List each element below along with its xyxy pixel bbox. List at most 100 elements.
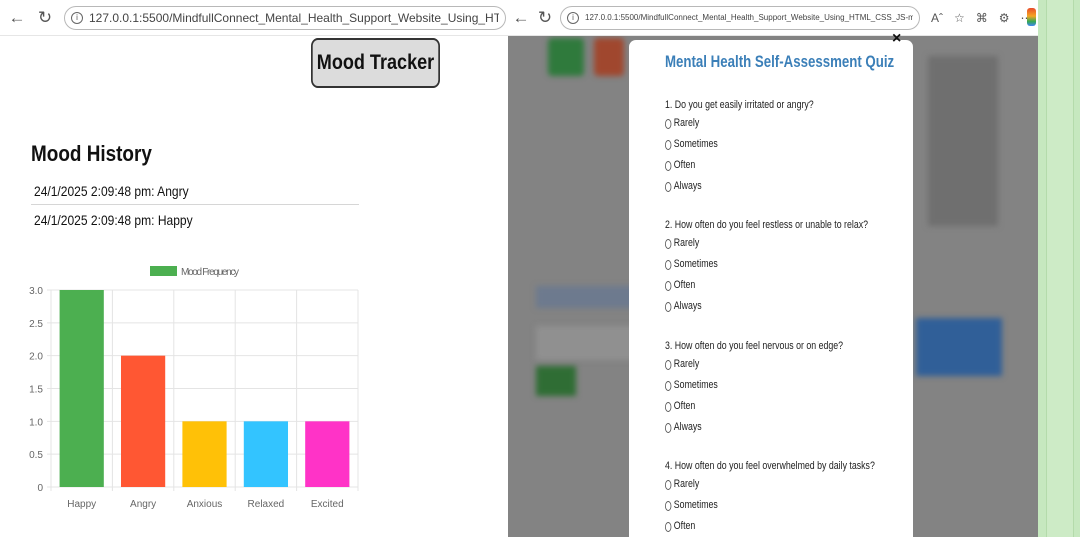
quiz-option[interactable]: Sometimes: [665, 375, 857, 396]
left-browser-window: ← ↻ i 127.0.0.1:5500/MindfullConnect_Men…: [0, 0, 508, 537]
quiz-option[interactable]: Always: [665, 296, 857, 317]
quiz-option-label: Sometimes: [673, 258, 718, 270]
blurred-page-content: [916, 318, 1002, 376]
quiz-question-block: 3. How often do you feel nervous or on e…: [665, 338, 905, 438]
blurred-page-content: [536, 366, 576, 396]
quiz-option[interactable]: Often: [665, 396, 857, 417]
quiz-option-label: Rarely: [673, 358, 700, 370]
radio-button[interactable]: [665, 380, 672, 391]
chart-bar-angry[interactable]: [120, 355, 166, 487]
radio-button[interactable]: [665, 301, 672, 312]
y-tick-label: 2.5: [29, 319, 43, 330]
address-bar[interactable]: i 127.0.0.1:5500/MindfullConnect_Mental_…: [64, 5, 506, 30]
blurred-page-content: [536, 286, 636, 308]
radio-button[interactable]: [665, 139, 672, 150]
quiz-option-label: Rarely: [673, 237, 700, 249]
quiz-question-block: 2. How often do you feel restless or una…: [665, 217, 905, 317]
radio-button[interactable]: [665, 160, 672, 171]
legend-swatch: [150, 266, 177, 276]
radio-button[interactable]: [665, 521, 672, 532]
radio-button[interactable]: [665, 181, 672, 192]
mood-history-entry: 24/1/2025 2:09:48 pm: Angry: [34, 183, 189, 199]
quiz-question-text: 2. How often do you feel restless or una…: [665, 219, 869, 231]
screenshot-root: { "left_browser": { "url": "127.0.0.1:55…: [0, 0, 1080, 537]
quiz-option[interactable]: Often: [665, 516, 857, 537]
radio-button[interactable]: [665, 259, 672, 270]
quiz-option[interactable]: Always: [665, 176, 857, 197]
radio-button[interactable]: [665, 280, 672, 291]
quiz-option[interactable]: Rarely: [665, 233, 857, 254]
reload-icon[interactable]: ↻: [534, 7, 556, 29]
y-tick-label: 0.5: [29, 450, 43, 461]
quiz-option-label: Sometimes: [673, 379, 718, 391]
quiz-option[interactable]: Often: [665, 275, 857, 296]
chart-x-axis: Happy Angry Anxious Relaxed Excited: [67, 499, 343, 510]
radio-button[interactable]: [665, 500, 672, 511]
blurred-page-content: [548, 38, 584, 76]
right-browser-toolbar: ← ↻ i 127.0.0.1:5500/MindfullConnect_Men…: [508, 0, 1038, 36]
radio-button[interactable]: [665, 422, 672, 433]
quiz-option[interactable]: Often: [665, 155, 857, 176]
quiz-option[interactable]: Rarely: [665, 474, 857, 495]
quiz-question-text: 1. Do you get easily irritated or angry?: [665, 99, 814, 111]
chart-bar-excited[interactable]: [305, 421, 350, 487]
side-panel-scrollbar[interactable]: [1046, 0, 1074, 537]
address-bar-url: 127.0.0.1:5500/MindfullConnect_Mental_He…: [89, 10, 499, 25]
quiz-option-label: Sometimes: [673, 138, 718, 150]
x-tick-label: Anxious: [187, 499, 223, 510]
site-info-icon[interactable]: i: [567, 11, 579, 24]
mood-history-entry: 24/1/2025 2:09:48 pm: Happy: [34, 212, 193, 228]
site-info-icon[interactable]: i: [71, 11, 83, 24]
favorite-star-icon[interactable]: ☆: [954, 11, 965, 25]
radio-button[interactable]: [665, 238, 672, 249]
chart-legend: Mood Frequency: [150, 266, 239, 278]
quiz-option-label: Often: [673, 159, 696, 171]
x-tick-label: Happy: [67, 499, 96, 510]
quiz-option-label: Often: [673, 400, 696, 412]
read-aloud-icon[interactable]: Aˆ: [931, 11, 943, 25]
legend-label: Mood Frequency: [181, 267, 239, 278]
quiz-option[interactable]: Always: [665, 417, 857, 438]
x-tick-label: Relaxed: [248, 499, 285, 510]
close-icon[interactable]: ×: [892, 30, 901, 48]
back-arrow-icon[interactable]: ←: [510, 7, 532, 29]
extension-icon[interactable]: ⌘: [976, 11, 988, 25]
y-tick-label: 1.0: [29, 417, 43, 428]
quiz-option-label: Rarely: [673, 117, 700, 129]
chart-bar-anxious[interactable]: [182, 421, 227, 487]
y-tick-label: 1.5: [29, 385, 43, 396]
blurred-page-content: [594, 38, 624, 76]
y-tick-label: 2.0: [29, 352, 43, 363]
quiz-option[interactable]: Sometimes: [665, 254, 857, 275]
address-bar-url: 127.0.0.1:5500/MindfullConnect_Mental_He…: [585, 13, 913, 22]
quiz-question-block: 1. Do you get easily irritated or angry?…: [665, 97, 905, 197]
reload-icon[interactable]: ↻: [34, 7, 56, 29]
quiz-option[interactable]: Sometimes: [665, 134, 857, 155]
mood-tracker-button[interactable]: Mood Tracker: [311, 38, 440, 88]
x-tick-label: Angry: [130, 499, 156, 510]
mood-frequency-chart: 0 0.5 1.0 1.5 2.0 2.5 3.0 Happy Angry Anxious Rel…: [29, 266, 359, 510]
blurred-page-content: [928, 56, 998, 226]
browser-profile-icon[interactable]: [1027, 8, 1036, 26]
quiz-option[interactable]: Rarely: [665, 354, 857, 375]
back-arrow-icon[interactable]: ←: [6, 7, 28, 29]
y-tick-label: 3.0: [29, 286, 43, 297]
radio-button[interactable]: [665, 479, 672, 490]
x-tick-label: Excited: [311, 499, 344, 510]
chart-bar-relaxed[interactable]: [243, 421, 289, 487]
quiz-question-block: 4. How often do you feel overwhelmed by …: [665, 458, 905, 537]
quiz-option-label: Rarely: [673, 478, 700, 490]
quiz-question-text: 4. How often do you feel overwhelmed by …: [665, 460, 875, 472]
radio-button[interactable]: [665, 359, 672, 370]
settings-icon[interactable]: ⚙: [999, 11, 1010, 25]
radio-button[interactable]: [665, 401, 672, 412]
right-browser-window: ← ↻ i 127.0.0.1:5500/MindfullConnect_Men…: [508, 0, 1038, 537]
quiz-option-label: Always: [673, 421, 702, 433]
quiz-option[interactable]: Rarely: [665, 113, 857, 134]
quiz-option-label: Often: [673, 520, 696, 532]
quiz-option[interactable]: Sometimes: [665, 495, 857, 516]
blurred-page-content: [536, 326, 636, 360]
chart-bar-happy[interactable]: [59, 290, 104, 487]
address-bar[interactable]: i 127.0.0.1:5500/MindfullConnect_Mental_…: [560, 5, 920, 30]
radio-button[interactable]: [665, 118, 672, 129]
